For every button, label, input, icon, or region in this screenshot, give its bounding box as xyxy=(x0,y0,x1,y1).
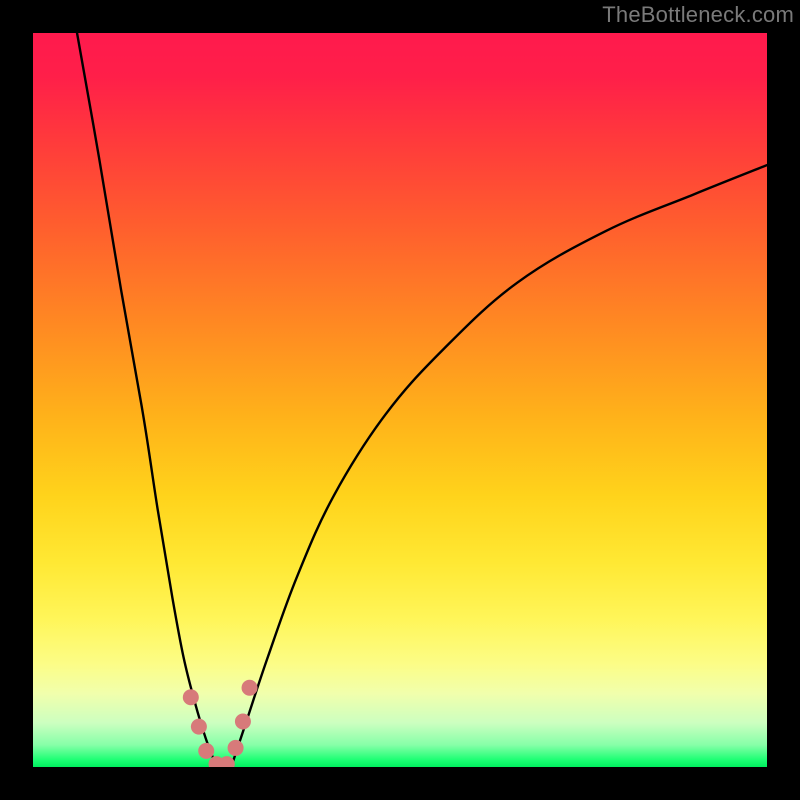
chart-frame: TheBottleneck.com xyxy=(0,0,800,800)
watermark-text: TheBottleneck.com xyxy=(602,2,794,28)
valley-marker xyxy=(235,713,251,729)
valley-marker xyxy=(183,689,199,705)
valley-marker xyxy=(242,680,258,696)
curve-left-branch xyxy=(77,33,216,767)
valley-marker xyxy=(191,719,207,735)
curve-right-branch xyxy=(231,165,767,767)
valley-marker xyxy=(228,740,244,756)
valley-marker xyxy=(198,743,214,759)
curve-overlay xyxy=(33,33,767,767)
plot-area xyxy=(33,33,767,767)
